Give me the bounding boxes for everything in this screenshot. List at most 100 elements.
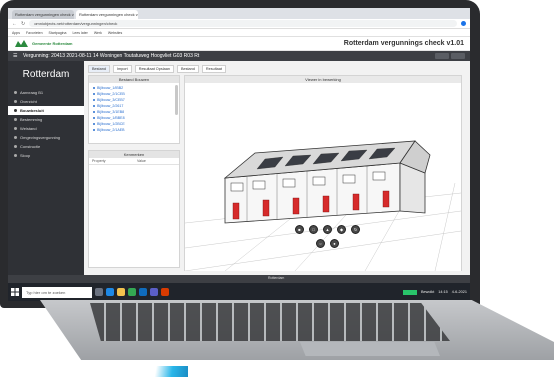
import-button[interactable]: Import	[112, 65, 132, 73]
bullet-icon	[93, 99, 95, 101]
properties-panel-title: Kenmerken	[89, 151, 179, 158]
app-header: Gemeente Rotterdam Rotterdam vergunnings…	[8, 37, 470, 51]
property-column-header: Property	[92, 159, 106, 163]
sidebar-item-label: Sloop	[20, 153, 31, 158]
bookmark-item[interactable]: Lees later	[72, 31, 87, 35]
windows-taskbar: Typ hier om te zoeken Bewolkt 14:15 4-6-…	[8, 283, 470, 301]
file-item[interactable]: Bijlbouw_2/1AEB	[93, 127, 175, 133]
sidebar-item-label: Bouwbesluit	[20, 108, 44, 113]
properties-panel: Kenmerken Property Value	[88, 150, 180, 268]
3d-viewer-panel: Viewer in bewerking ■ □ ▲ ◆ ↻ ○ ●	[184, 75, 462, 271]
edge-icon[interactable]	[106, 288, 114, 296]
clock-date[interactable]: 4-6-2021	[452, 290, 467, 294]
sidebar-item-aanvraag[interactable]: Aanvraag B1	[8, 88, 84, 97]
bookmark-item[interactable]: Werk	[94, 31, 102, 35]
sidebar-item-sloop[interactable]: Sloop	[8, 151, 84, 160]
permit-title: Vergunning: 20413 2021-08-11 14 Woningen…	[23, 53, 200, 59]
logo-text: Gemeente Rotterdam	[32, 40, 73, 46]
action-toolbar: Bestand Import Resultaat Opslaan Bestand…	[88, 65, 466, 73]
view-zoom-icon[interactable]: ○	[316, 239, 325, 248]
sidebar-city: Rotterdam	[22, 69, 70, 80]
browser-tab[interactable]: Rotterdam vergunningen check v1.01	[12, 10, 74, 19]
app-body: Rotterdam Aanvraag B1 Overzicht Bouwbesl…	[8, 61, 470, 275]
save-result-button[interactable]: Resultaat Opslaan	[134, 65, 174, 73]
bullet-icon	[93, 117, 95, 119]
nav-dot-icon	[14, 145, 17, 148]
battery-icon	[402, 289, 417, 295]
view-reset-icon[interactable]: ●	[330, 239, 339, 248]
expand-button[interactable]	[435, 53, 449, 59]
bullet-icon	[93, 123, 95, 125]
sidebar-item-label: Overzicht	[20, 99, 37, 104]
laptop-trackpad	[300, 342, 440, 356]
laptop-screen: Rotterdam vergunningen check v1.01 Rotte…	[8, 8, 470, 301]
address-bar[interactable]: omniobjects.net/rotterdam/vergunningen/c…	[29, 20, 457, 27]
view-side-icon[interactable]: □	[309, 225, 318, 234]
bookmark-item[interactable]: Startpagina	[49, 31, 67, 35]
sidebar-item-constructie[interactable]: Constructie	[8, 142, 84, 151]
chrome-icon[interactable]	[128, 288, 136, 296]
bullet-icon	[93, 111, 95, 113]
sidebar-item-omgevingsvergunning[interactable]: Omgevingsvergunning	[8, 133, 84, 142]
browser-tabstrip: Rotterdam vergunningen check v1.01 Rotte…	[8, 8, 470, 19]
view-rotate-icon[interactable]: ↻	[351, 225, 360, 234]
files-panel: Bestand Bouwen Bijlbouw_1/IBB2 Bijlbouw_…	[88, 75, 180, 144]
sidebar-item-bouwbesluit[interactable]: Bouwbesluit	[8, 106, 84, 115]
view-front-icon[interactable]: ■	[295, 225, 304, 234]
footer-info: Rotterdam	[268, 276, 285, 280]
files-panel-title: Bestand Bouwen	[89, 76, 179, 83]
bullet-icon	[93, 93, 95, 95]
outlook-icon[interactable]	[139, 288, 147, 296]
laptop-keyboard	[90, 303, 450, 341]
folder-icon[interactable]	[117, 288, 125, 296]
row-houses	[223, 140, 431, 224]
bestand-button-2[interactable]: Bestand	[176, 65, 199, 73]
bullet-icon	[93, 87, 95, 89]
bullet-icon	[93, 129, 95, 131]
task-view-icon[interactable]	[95, 288, 103, 296]
bullet-icon	[93, 105, 95, 107]
windows-start-icon[interactable]	[11, 288, 19, 296]
back-icon[interactable]: ←	[12, 21, 17, 27]
menu-icon[interactable]: ☰	[13, 53, 19, 59]
bookmark-item[interactable]: Favorieten	[26, 31, 43, 35]
decorative-swoosh	[148, 366, 188, 377]
sidebar-item-label: Omgevingsvergunning	[20, 135, 61, 140]
close-button[interactable]	[451, 53, 465, 59]
sidebar: Rotterdam Aanvraag B1 Overzicht Bouwbesl…	[8, 61, 84, 275]
system-tray: Bewolkt 14:15 4-6-2021	[402, 289, 467, 295]
result-button[interactable]: Resultaat	[201, 65, 226, 73]
sidebar-item-overzicht[interactable]: Overzicht	[8, 97, 84, 106]
profile-icon[interactable]	[461, 21, 466, 26]
app-footer: Rotterdam	[8, 275, 470, 283]
weather-text[interactable]: Bewolkt	[421, 290, 434, 294]
3d-viewport[interactable]: ■ □ ▲ ◆ ↻ ○ ●	[185, 83, 461, 271]
reload-icon[interactable]: ↻	[21, 21, 25, 27]
view-iso-icon[interactable]: ◆	[337, 225, 346, 234]
sidebar-item-label: Bestemming	[20, 117, 43, 122]
app-icon[interactable]	[161, 288, 169, 296]
file-list-scrollbar[interactable]	[175, 85, 178, 115]
bestand-button[interactable]: Bestand	[88, 65, 110, 73]
sidebar-item-bestemming[interactable]: Bestemming	[8, 115, 84, 124]
clock-time[interactable]: 14:15	[438, 290, 448, 294]
viewer-title: Viewer in bewerking	[185, 76, 461, 83]
sidebar-item-label: Welstand	[20, 126, 37, 131]
properties-body	[89, 165, 179, 267]
browser-tab-active[interactable]: Rotterdam vergunningen check v1.01	[76, 10, 138, 19]
permit-bar: ☰ Vergunning: 20413 2021-08-11 14 Woning…	[8, 51, 470, 61]
properties-header-row: Property Value	[89, 158, 179, 165]
main-content: Bestand Import Resultaat Opslaan Bestand…	[84, 61, 470, 275]
bookmark-item[interactable]: Websites	[108, 31, 122, 35]
taskbar-search-input[interactable]: Typ hier om te zoeken	[22, 286, 92, 298]
nav-dot-icon	[14, 109, 17, 112]
bookmark-item[interactable]: Apps	[12, 31, 20, 35]
nav-dot-icon	[14, 154, 17, 157]
sidebar-item-welstand[interactable]: Welstand	[8, 124, 84, 133]
view-top-icon[interactable]: ▲	[323, 225, 332, 234]
teams-icon[interactable]	[150, 288, 158, 296]
sidebar-item-label: Aanvraag B1	[20, 90, 44, 95]
left-column: Bestand Bouwen Bijlbouw_1/IBB2 Bijlbouw_…	[88, 75, 180, 271]
file-item-label: Bijlbouw_2/1AEB	[97, 128, 125, 132]
bookmarks-bar: Apps Favorieten Startpagina Lees later W…	[8, 29, 470, 37]
